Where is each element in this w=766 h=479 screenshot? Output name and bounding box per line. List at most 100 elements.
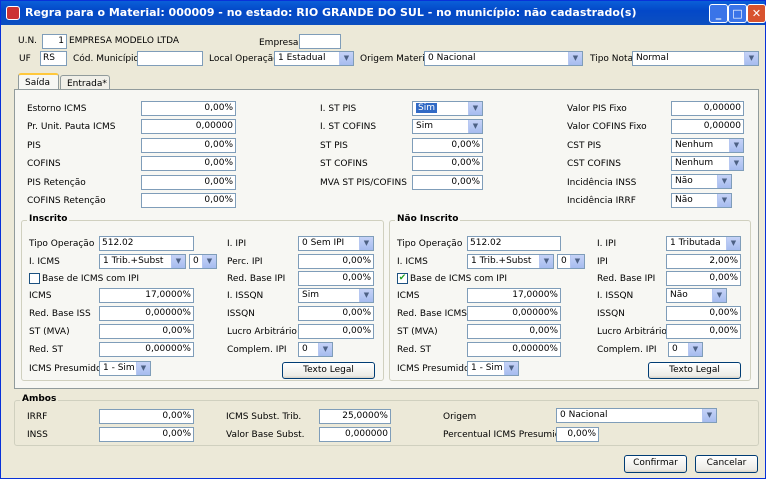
incidencia-irrf-label: Incidência IRRF <box>567 196 636 206</box>
percentual-icms-presumido-input[interactable]: 0,00% <box>556 427 599 442</box>
ins-issqn-input[interactable]: 0,00% <box>298 306 374 321</box>
nin-texto-legal-button[interactable]: Texto Legal <box>648 362 741 379</box>
nin-icms-sub-select[interactable]: 0 ▼ <box>557 254 585 269</box>
ins-icms-select[interactable]: 1 Trib.+Subst ▼ <box>99 254 186 269</box>
ins-st-mva-input[interactable]: 0,00% <box>99 324 194 339</box>
nin-icms-presumido-select[interactable]: 1 - Sim ▼ <box>467 361 519 376</box>
chevron-down-icon: ▼ <box>171 255 185 268</box>
group-ambos: Ambos IRRF 0,00% INSS 0,00% ICMS Subst. … <box>14 394 759 446</box>
chevron-down-icon: ▼ <box>570 255 584 268</box>
chevron-down-icon: ▼ <box>729 157 743 170</box>
mva-st-label: MVA ST PIS/COFINS <box>320 178 407 188</box>
st-cofins-input[interactable]: 0,00% <box>412 156 483 171</box>
inss-input[interactable]: 0,00% <box>99 427 194 442</box>
origem-material-label: Origem Material <box>360 54 433 64</box>
ins-complem-ipi-select[interactable]: 0 ▼ <box>298 342 333 357</box>
valor-base-subst-input[interactable]: 0,000000 <box>319 427 391 442</box>
nin-st-mva-input[interactable]: 0,00% <box>467 324 561 339</box>
st-cofins-i-select[interactable]: Sim ▼ <box>412 119 483 134</box>
mva-st-input[interactable]: 0,00% <box>412 175 483 190</box>
nin-icms-pct-input[interactable]: 17,0000% <box>467 288 561 303</box>
incidencia-irrf-select[interactable]: Não ▼ <box>671 193 732 208</box>
ins-icms-presumido-select[interactable]: 1 - Sim ▼ <box>99 361 151 376</box>
nin-ipi-label: I. IPI <box>597 239 617 249</box>
chevron-down-icon: ▼ <box>539 255 553 268</box>
chevron-down-icon: ▼ <box>359 237 373 250</box>
ins-ipi-select[interactable]: 0 Sem IPI ▼ <box>298 236 374 251</box>
cofins-input[interactable]: 0,00% <box>141 156 236 171</box>
ins-icms-sub-select[interactable]: 0 ▼ <box>189 254 217 269</box>
estorno-icms-input[interactable]: 0,00% <box>141 101 236 116</box>
pis-input[interactable]: 0,00% <box>141 138 236 153</box>
local-operacao-select[interactable]: 1 Estadual ▼ <box>274 51 354 66</box>
ins-complem-ipi-label: Complem. IPI <box>227 345 287 355</box>
ins-lucro-input[interactable]: 0,00% <box>298 324 374 339</box>
nin-red-st-label: Red. ST <box>397 345 432 355</box>
nin-tipo-operacao-label: Tipo Operação <box>397 239 463 249</box>
confirmar-button[interactable]: Confirmar <box>624 455 687 473</box>
chevron-down-icon: ▼ <box>688 343 702 356</box>
incidencia-inss-label: Incidência INSS <box>567 178 637 188</box>
nin-issqn-input[interactable]: 0,00% <box>666 306 741 321</box>
nin-icms-label: I. ICMS <box>397 257 428 267</box>
nin-icms-pct-label: ICMS <box>397 291 420 301</box>
st-pis-i-select[interactable]: Sim ▼ <box>412 101 483 116</box>
ins-red-base-ipi-input[interactable]: 0,00% <box>298 271 374 286</box>
inss-label: INSS <box>27 430 48 440</box>
ins-base-icms-checkbox[interactable] <box>29 273 40 284</box>
chevron-down-icon: ▼ <box>717 194 731 207</box>
origem-select[interactable]: 0 Nacional ▼ <box>556 408 717 423</box>
ins-red-st-input[interactable]: 0,00000% <box>99 342 194 357</box>
ins-issqn-label: ISSQN <box>227 309 255 319</box>
cofins-retencao-input[interactable]: 0,00% <box>141 193 236 208</box>
ins-perc-ipi-input[interactable]: 0,00% <box>298 254 374 269</box>
title-bar[interactable]: Regra para o Material: 000009 - no estad… <box>1 1 766 25</box>
ins-tipo-operacao-input[interactable]: 512.02 <box>99 236 194 251</box>
chevron-down-icon: ▼ <box>339 52 353 65</box>
nin-complem-ipi-select[interactable]: 0 ▼ <box>668 342 703 357</box>
nin-red-base-icms-label: Red. Base ICMS <box>397 309 468 319</box>
cst-cofins-select[interactable]: Nenhum ▼ <box>671 156 744 171</box>
nin-icms-select[interactable]: 1 Trib.+Subst ▼ <box>467 254 554 269</box>
pis-retencao-input[interactable]: 0,00% <box>141 175 236 190</box>
valor-pis-fixo-input[interactable]: 0,00000 <box>671 101 744 116</box>
nin-base-icms-checkbox[interactable]: ✔ <box>397 273 408 284</box>
ins-base-icms-label: Base de ICMS com IPI <box>42 274 139 284</box>
cst-pis-select[interactable]: Nenhum ▼ <box>671 138 744 153</box>
nin-red-st-input[interactable]: 0,00000% <box>467 342 561 357</box>
cancelar-button[interactable]: Cancelar <box>695 455 758 473</box>
incidencia-inss-select[interactable]: Não ▼ <box>671 174 732 189</box>
minimize-icon[interactable]: _ <box>709 4 728 23</box>
ins-red-base-iss-label: Red. Base ISS <box>29 309 91 319</box>
origem-material-select[interactable]: 0 Nacional ▼ <box>424 51 583 66</box>
empresa-input[interactable] <box>299 34 341 49</box>
maximize-icon[interactable]: □ <box>728 4 747 23</box>
nin-red-base-icms-input[interactable]: 0,00000% <box>467 306 561 321</box>
tipo-nota-select[interactable]: Normal ▼ <box>632 51 759 66</box>
group-inscrito: Inscrito Tipo Operação 512.02 I. ICMS 1 … <box>21 214 384 381</box>
ins-issqn-i-select[interactable]: Sim ▼ <box>298 288 374 303</box>
st-pis-input[interactable]: 0,00% <box>412 138 483 153</box>
uf-label: UF <box>19 54 31 64</box>
ins-icms-pct-input[interactable]: 17,0000% <box>99 288 194 303</box>
ins-red-base-ipi-label: Red. Base IPI <box>227 274 286 284</box>
uf-input[interactable]: RS <box>40 51 67 66</box>
ins-icms-presumido-label: ICMS Presumido <box>29 364 102 374</box>
nin-perc-ipi-input[interactable]: 2,00% <box>666 254 741 269</box>
icms-subst-trib-input[interactable]: 25,0000% <box>319 409 391 424</box>
cofins-retencao-label: COFINS Retenção <box>27 196 106 206</box>
pauta-icms-input[interactable]: 0,00000 <box>141 119 236 134</box>
cod-municipio-input[interactable] <box>137 51 203 66</box>
ins-texto-legal-button[interactable]: Texto Legal <box>282 362 375 379</box>
irrf-input[interactable]: 0,00% <box>99 409 194 424</box>
nin-ipi-select[interactable]: 1 Tributada ▼ <box>666 236 741 251</box>
ins-red-base-iss-input[interactable]: 0,00000% <box>99 306 194 321</box>
nin-issqn-i-select[interactable]: Não ▼ <box>666 288 727 303</box>
nin-tipo-operacao-input[interactable]: 512.02 <box>467 236 561 251</box>
nin-red-base-ipi-input[interactable]: 0,00% <box>666 271 741 286</box>
close-icon[interactable]: ✕ <box>747 4 766 23</box>
un-input[interactable]: 1 <box>42 34 67 49</box>
nin-lucro-input[interactable]: 0,00% <box>666 324 741 339</box>
nin-red-base-ipi-label: Red. Base IPI <box>597 274 656 284</box>
valor-cofins-fixo-input[interactable]: 0,00000 <box>671 119 744 134</box>
